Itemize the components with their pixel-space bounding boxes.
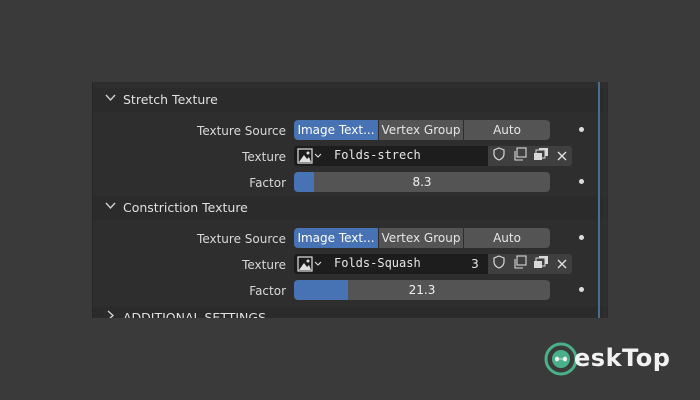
section-header-stretch-texture[interactable]: Stretch Texture	[93, 88, 608, 112]
section-header-additional-settings[interactable]: ADDITIONAL SETTINGS	[93, 306, 608, 318]
keyframe-dot[interactable]	[579, 179, 584, 184]
factor-slider[interactable]: 8.3	[294, 172, 550, 192]
new-texture-icon[interactable]	[530, 146, 552, 166]
desktop-watermark: eskTop	[540, 340, 700, 384]
source-option-vertex-group[interactable]: Vertex Group	[379, 228, 463, 248]
keyframe-dot[interactable]	[579, 235, 584, 240]
source-option-auto[interactable]: Auto	[464, 228, 550, 248]
chevron-down-icon	[105, 92, 116, 106]
texture-source-row: Texture Source Image Text... Vertex Grou…	[93, 120, 608, 144]
section-title: Stretch Texture	[123, 92, 218, 107]
texture-source-label: Texture Source	[197, 232, 286, 246]
texture-label: Texture	[242, 258, 286, 272]
modifier-panel: Stretch Texture Texture Source Image Tex…	[92, 82, 608, 318]
source-option-vertex-group[interactable]: Vertex Group	[379, 120, 463, 140]
texture-row: Texture Folds-strech	[93, 146, 608, 170]
keyframe-dot[interactable]	[579, 127, 584, 132]
texture-name[interactable]: Folds-Squash	[334, 256, 421, 270]
fake-user-shield-icon[interactable]	[488, 146, 510, 166]
factor-row: Factor 21.3	[93, 280, 608, 304]
chevron-down-icon	[105, 200, 116, 214]
texture-row: Texture Folds-Squash 3	[93, 254, 608, 278]
close-icon[interactable]	[552, 254, 572, 274]
new-texture-icon[interactable]	[530, 254, 552, 274]
factor-label: Factor	[249, 176, 286, 190]
section-title: ADDITIONAL SETTINGS	[123, 310, 267, 318]
texture-source-row: Texture Source Image Text... Vertex Grou…	[93, 228, 608, 252]
image-texture-icon[interactable]	[295, 147, 325, 165]
duplicate-icon[interactable]	[509, 254, 531, 274]
source-option-image-texture[interactable]: Image Text...	[294, 120, 378, 140]
watermark-logo-icon	[544, 342, 578, 376]
source-option-image-texture[interactable]: Image Text...	[294, 228, 378, 248]
chevron-right-icon	[105, 310, 116, 318]
fake-user-shield-icon[interactable]	[488, 254, 510, 274]
factor-value: 21.3	[408, 283, 436, 297]
texture-users-count[interactable]: 3	[465, 254, 485, 274]
duplicate-icon[interactable]	[509, 146, 531, 166]
section-header-constriction-texture[interactable]: Constriction Texture	[93, 196, 608, 220]
texture-label: Texture	[242, 150, 286, 164]
scrollbar-track[interactable]	[598, 82, 600, 318]
keyframe-dot[interactable]	[579, 287, 584, 292]
image-texture-icon[interactable]	[295, 255, 325, 273]
texture-source-label: Texture Source	[197, 124, 286, 138]
factor-label: Factor	[249, 284, 286, 298]
close-icon[interactable]	[552, 146, 572, 166]
watermark-text: eskTop	[574, 344, 671, 372]
factor-slider[interactable]: 21.3	[294, 280, 550, 300]
factor-value: 8.3	[412, 175, 432, 189]
panel-edge	[604, 82, 606, 318]
section-title: Constriction Texture	[123, 200, 248, 215]
texture-name[interactable]: Folds-strech	[334, 148, 421, 162]
factor-row: Factor 8.3	[93, 172, 608, 196]
source-option-auto[interactable]: Auto	[464, 120, 550, 140]
